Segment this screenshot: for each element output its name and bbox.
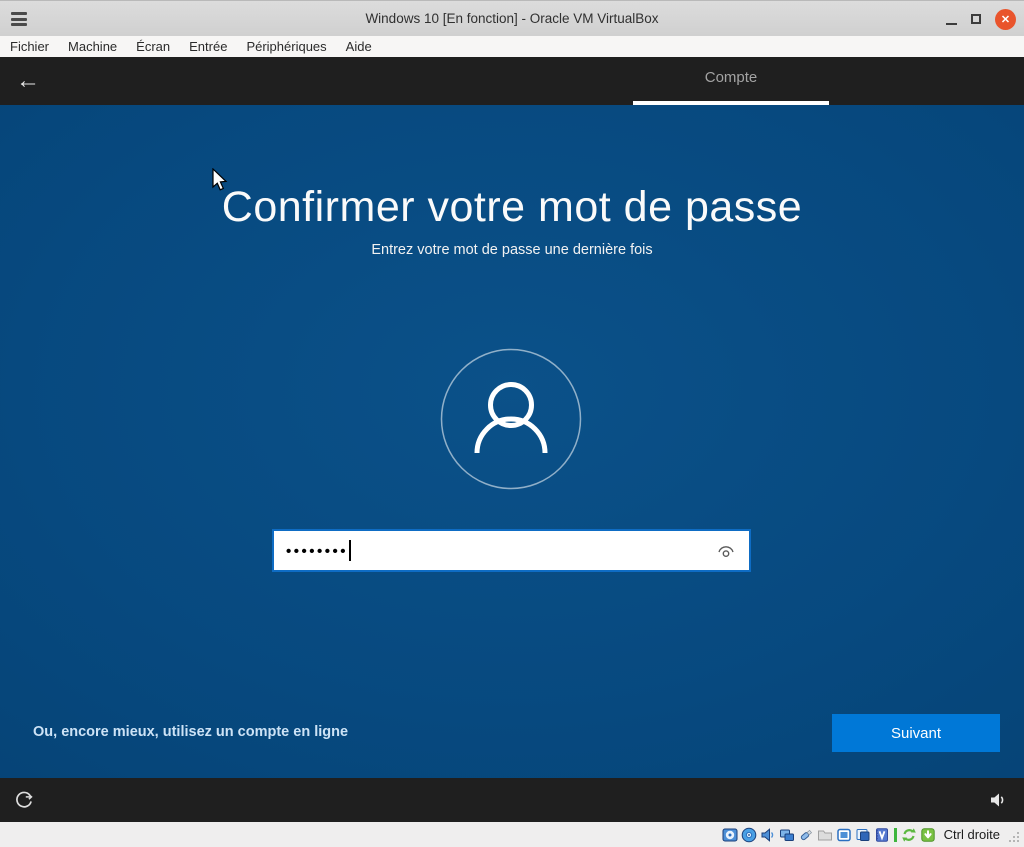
host-key-label: Ctrl droite [943,827,1000,842]
maximize-button[interactable] [971,14,981,24]
menu-ecran[interactable]: Écran [136,39,170,54]
features-icon[interactable] [874,827,890,843]
page-subtitle: Entrez votre mot de passe une dernière f… [371,242,653,258]
back-arrow-icon[interactable]: ← [13,66,43,96]
recording-icon[interactable] [855,827,871,843]
menu-machine[interactable]: Machine [68,39,117,54]
close-button[interactable]: ✕ [995,8,1016,30]
menu-peripheriques[interactable]: Périphériques [246,39,326,54]
tab-compte[interactable]: Compte [633,57,829,105]
mouse-integration-icon[interactable] [901,827,917,843]
minimize-button[interactable] [946,1,957,37]
window-title: Windows 10 [En fonction] - Oracle VM Vir… [365,11,659,26]
volume-icon[interactable] [987,789,1009,811]
keyboard-indicator-icon[interactable] [920,827,936,843]
page-title: Confirmer votre mot de passe [221,183,803,231]
oobe-footer [0,778,1024,822]
ease-of-access-icon[interactable] [13,789,35,811]
display-icon[interactable] [836,827,852,843]
password-reveal-icon[interactable] [715,540,737,562]
text-caret [349,540,351,561]
resize-grip[interactable] [1007,830,1021,844]
use-online-account-link[interactable]: Ou, encore mieux, utilisez un compte en … [33,724,348,740]
menubar: Fichier Machine Écran Entrée Périphériqu… [0,36,1024,57]
menu-aide[interactable]: Aide [346,39,372,54]
statusbar: Ctrl droite [0,822,1024,847]
oobe-header: ← Compte [0,57,1024,105]
titlebar: Windows 10 [En fonction] - Oracle VM Vir… [0,0,1024,36]
menu-fichier[interactable]: Fichier [10,39,49,54]
tab-compte-label: Compte [704,69,758,86]
network-icon[interactable] [779,827,795,843]
oobe-main: Confirmer votre mot de passe Entrez votr… [0,105,1024,778]
next-button[interactable]: Suivant [832,714,1000,752]
audio-icon[interactable] [760,827,776,843]
capture-indicator-bar [893,827,897,842]
hard-disks-icon[interactable] [722,827,738,843]
shared-folders-icon[interactable] [817,827,833,843]
password-input[interactable]: •••••••• [272,529,751,572]
menu-entree[interactable]: Entrée [189,39,227,54]
user-avatar-icon [440,348,582,490]
optical-drives-icon[interactable] [741,827,757,843]
usb-icon[interactable] [798,827,814,843]
password-masked-value: •••••••• [286,543,349,560]
virtualbox-window: Windows 10 [En fonction] - Oracle VM Vir… [0,0,1024,847]
